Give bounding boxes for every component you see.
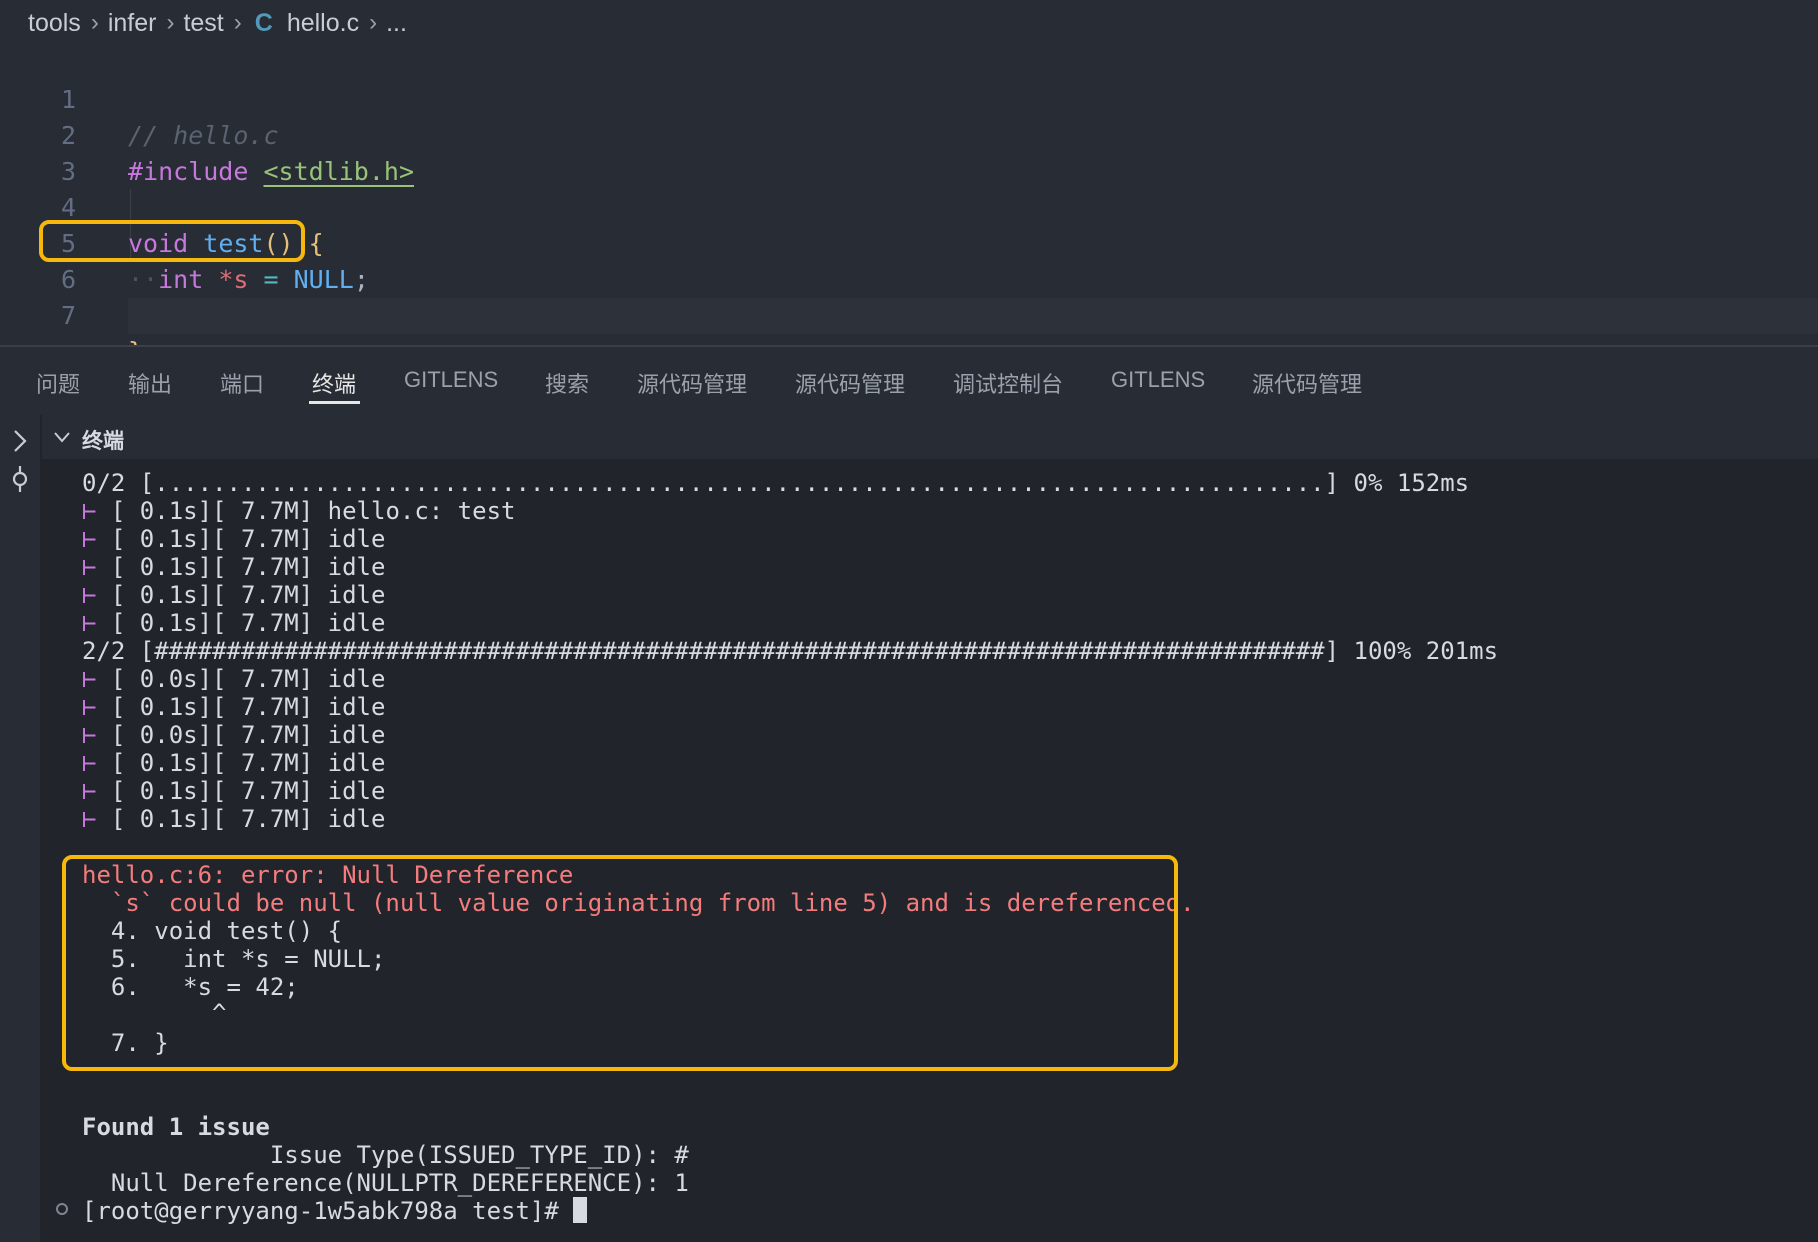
breadcrumb-item-test[interactable]: test [183,9,223,38]
tab-search[interactable]: 搜索 [545,367,589,399]
issue-type-header: Issue Type(ISSUED_TYPE_ID): # [82,1141,689,1169]
terminal-line: ⊢ [ 0.1s][ 7.7M] hello.c: test [82,497,516,525]
breadcrumb: tools › infer › test › C hello.c › ... [28,0,407,46]
annotation-box-line-6 [39,220,305,262]
terminal-line: ⊢ [ 0.1s][ 7.7M] idle [82,609,386,637]
tab-source-control-3[interactable]: 源代码管理 [1252,367,1362,399]
terminal-section-header[interactable]: 终端 [42,415,1818,459]
tab-source-control-2[interactable]: 源代码管理 [795,367,905,399]
tab-gitlens-2[interactable]: GITLENS [1111,367,1205,393]
chevron-down-icon[interactable] [52,427,72,447]
breadcrumb-item-file[interactable]: hello.c [287,9,359,38]
tab-source-control-1[interactable]: 源代码管理 [637,367,747,399]
tab-debug-console[interactable]: 调试控制台 [953,367,1063,399]
chevron-right-icon: › [166,9,175,36]
found-issues-summary: Found 1 issue [82,1113,270,1141]
terminal-progress-line: 2/2 [###################################… [82,637,1499,665]
git-commit-icon[interactable] [4,463,36,495]
c-file-icon: C [254,8,273,37]
terminal-line: ⊢ [ 0.1s][ 7.7M] idle [82,777,386,805]
prompt-decoration-icon[interactable] [56,1203,68,1215]
chevron-right-icon: › [233,9,242,36]
chevron-right-icon: › [369,9,378,36]
code-editor[interactable]: 1 // hello.c 2 #include <stdlib.h> 3 4 v… [0,46,1818,402]
breadcrumb-item-infer[interactable]: infer [108,9,157,38]
breadcrumb-item-symbols[interactable]: ... [386,9,407,38]
terminal-line: ⊢ [ 0.1s][ 7.7M] idle [82,581,386,609]
code-line-3[interactable]: 3 [0,118,1818,186]
terminal-line: ⊢ [ 0.1s][ 7.7M] idle [82,525,386,553]
chevron-right-icon: › [90,9,99,36]
code-line-4[interactable]: 4 void test() { [0,154,1818,258]
breadcrumb-item-tools[interactable]: tools [28,9,81,38]
issue-type-row: Null Dereference(NULLPTR_DEREFERENCE): 1 [82,1169,689,1197]
terminal-cursor [573,1197,588,1223]
annotation-box-error [62,855,1178,1071]
code-line-1[interactable]: 1 // hello.c [0,46,1818,150]
chevron-right-icon[interactable] [4,425,36,457]
active-tab-indicator [309,401,360,404]
tab-output[interactable]: 输出 [128,367,172,399]
terminal-line: ⊢ [ 0.1s][ 7.7M] idle [82,805,386,833]
tab-ports[interactable]: 端口 [220,367,264,399]
code-line-7[interactable]: 7 } [0,262,1818,366]
code-line-8[interactable]: 8 [0,298,1818,402]
shell-prompt[interactable]: [root@gerryyang-1w5abk798a test]# [82,1197,588,1225]
current-line-highlight [128,298,1818,334]
panel-tab-bar: 问题 输出 端口 终端 GITLENS 搜索 源代码管理 源代码管理 调试控制台… [0,347,1818,415]
code-line-2[interactable]: 2 #include <stdlib.h> [0,82,1818,186]
terminal-line: ⊢ [ 0.0s][ 7.7M] idle [82,665,386,693]
terminal-section-title: 终端 [82,430,124,453]
terminal-line: ⊢ [ 0.1s][ 7.7M] idle [82,553,386,581]
tab-problems[interactable]: 问题 [36,367,80,399]
terminal-line: ⊢ [ 0.0s][ 7.7M] idle [82,721,386,749]
tab-terminal[interactable]: 终端 [312,367,356,399]
panel-side-strip [0,415,42,1242]
terminal-progress-line: 0/2 [...................................… [82,469,1470,497]
tab-gitlens[interactable]: GITLENS [404,367,498,393]
terminal-line: ⊢ [ 0.1s][ 7.7M] idle [82,693,386,721]
terminal-line: ⊢ [ 0.1s][ 7.7M] idle [82,749,386,777]
